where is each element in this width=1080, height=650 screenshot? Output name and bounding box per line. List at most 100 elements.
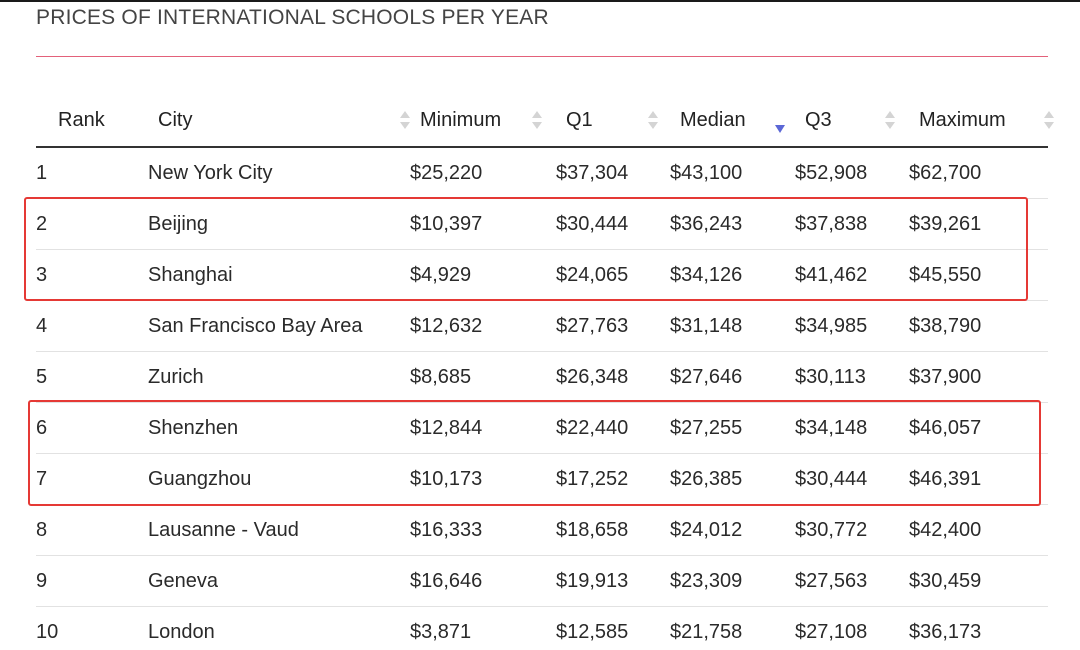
cell-maximum: $39,261	[909, 198, 1048, 250]
cell-q3: $34,148	[795, 402, 909, 454]
sort-arrows-icon[interactable]	[1044, 111, 1054, 129]
cell-city: San Francisco Bay Area	[148, 300, 410, 352]
column-header-label: Q1	[566, 108, 593, 131]
cell-minimum: $3,871	[410, 620, 472, 643]
cell-q1: $18,658	[556, 504, 670, 556]
table-row: 1 New York City $25,220 $37,304 $43,100 …	[36, 147, 1048, 199]
table-row: 9 Geneva $16,646 $19,913 $23,309 $27,563…	[36, 555, 1048, 607]
column-header-q1[interactable]: Q1	[556, 94, 670, 148]
table-row: 10 London $3,871 $12,585 $21,758 $27,108…	[36, 607, 1048, 650]
table-row: 4 San Francisco Bay Area $12,632 $27,763…	[36, 300, 1048, 352]
cell-minimum: $10,397	[410, 198, 556, 250]
column-header-rank: Rank	[36, 94, 148, 148]
sort-arrows-icon[interactable]	[648, 111, 658, 129]
cell-median: $43,100	[670, 147, 795, 199]
table-row: 6 Shenzhen $12,844 $22,440 $27,255 $34,1…	[36, 402, 1048, 454]
cell-minimum: $4,929	[410, 249, 556, 301]
cell-maximum: $45,550	[909, 249, 1048, 301]
cell-q1: $26,348	[556, 351, 670, 403]
cell-minimum: $8,685	[410, 351, 556, 403]
table-row: 2 Beijing $10,397 $30,444 $36,243 $37,83…	[36, 198, 1048, 250]
cell-rank: 10	[36, 620, 59, 643]
cell-q3: $52,908	[795, 147, 909, 199]
cell-median: $31,148	[670, 300, 795, 352]
cell-city: Beijing	[148, 198, 410, 250]
cell-maximum: $46,057	[909, 402, 1048, 454]
cell-minimum: $12,844	[410, 402, 556, 454]
cell-q3: $30,113	[795, 351, 909, 403]
cell-q3: $37,838	[795, 198, 909, 250]
cell-maximum: $30,459	[909, 555, 1048, 607]
column-header-label: Maximum	[919, 108, 1006, 131]
cell-maximum: $36,173	[909, 620, 982, 643]
column-header-maximum[interactable]: Maximum	[909, 94, 1054, 148]
cell-q3: $27,108	[795, 620, 868, 643]
cell-city: London	[148, 620, 215, 643]
cell-median: $36,243	[670, 198, 795, 250]
table-row: 7 Guangzhou $10,173 $17,252 $26,385 $30,…	[36, 453, 1048, 505]
cell-city: Shenzhen	[148, 402, 410, 454]
cell-minimum: $16,646	[410, 555, 556, 607]
cell-minimum: $12,632	[410, 300, 556, 352]
sort-arrows-icon[interactable]	[885, 111, 895, 129]
column-header-city[interactable]: City	[148, 94, 410, 148]
title-divider	[36, 56, 1048, 57]
cell-rank: 4	[36, 300, 148, 352]
cell-rank: 9	[36, 555, 148, 607]
column-header-label: Minimum	[420, 108, 502, 131]
cell-rank: 1	[36, 147, 148, 199]
cell-city: Zurich	[148, 351, 410, 403]
cell-city: Lausanne - Vaud	[148, 504, 410, 556]
cell-maximum: $37,900	[909, 351, 1048, 403]
cell-q3: $27,563	[795, 555, 909, 607]
cell-q3: $34,985	[795, 300, 909, 352]
table-row: 3 Shanghai $4,929 $24,065 $34,126 $41,46…	[36, 249, 1048, 301]
cell-q3: $41,462	[795, 249, 909, 301]
page-title: PRICES OF INTERNATIONAL SCHOOLS PER YEAR	[36, 6, 549, 29]
cell-q1: $30,444	[556, 198, 670, 250]
cell-q1: $17,252	[556, 453, 670, 505]
column-header-median[interactable]: Median	[670, 94, 795, 148]
page: PRICES OF INTERNATIONAL SCHOOLS PER YEAR…	[0, 0, 1080, 650]
column-header-q3[interactable]: Q3	[795, 94, 909, 148]
cell-minimum: $16,333	[410, 504, 556, 556]
cell-rank: 5	[36, 351, 148, 403]
table-row: 8 Lausanne - Vaud $16,333 $18,658 $24,01…	[36, 504, 1048, 556]
top-edge-strip	[0, 0, 1080, 2]
cell-median: $26,385	[670, 453, 795, 505]
cell-q1: $22,440	[556, 402, 670, 454]
cell-maximum: $46,391	[909, 453, 1048, 505]
column-header-minimum[interactable]: Minimum	[410, 94, 556, 148]
cell-median: $34,126	[670, 249, 795, 301]
cell-maximum: $38,790	[909, 300, 1048, 352]
cell-city: New York City	[148, 147, 410, 199]
cell-median: $27,646	[670, 351, 795, 403]
cell-minimum: $10,173	[410, 453, 556, 505]
cell-median: $27,255	[670, 402, 795, 454]
column-header-label: Median	[680, 108, 746, 131]
cell-median: $21,758	[670, 620, 743, 643]
cell-rank: 6	[36, 402, 148, 454]
cell-q1: $37,304	[556, 147, 670, 199]
cell-q1: $19,913	[556, 555, 670, 607]
cell-maximum: $42,400	[909, 504, 1048, 556]
cell-q1: $24,065	[556, 249, 670, 301]
cell-median: $23,309	[670, 555, 795, 607]
cell-q1: $27,763	[556, 300, 670, 352]
cell-maximum: $62,700	[909, 147, 1048, 199]
column-header-label: City	[158, 108, 193, 131]
sort-descending-icon[interactable]	[775, 111, 785, 133]
cell-city: Shanghai	[148, 249, 410, 301]
column-header-label: Q3	[805, 108, 832, 131]
sort-arrows-icon[interactable]	[532, 111, 542, 129]
cell-rank: 8	[36, 504, 148, 556]
sort-arrows-icon[interactable]	[400, 111, 410, 129]
cell-rank: 2	[36, 198, 148, 250]
cell-q3: $30,444	[795, 453, 909, 505]
cell-median: $24,012	[670, 504, 795, 556]
schools-price-table: Rank City Minimum Q1 Median Q3 Maximum 1…	[36, 94, 1054, 650]
cell-q3: $30,772	[795, 504, 909, 556]
cell-rank: 3	[36, 249, 148, 301]
cell-rank: 7	[36, 453, 148, 505]
table-header-row: Rank City Minimum Q1 Median Q3 Maximum	[36, 94, 1054, 148]
